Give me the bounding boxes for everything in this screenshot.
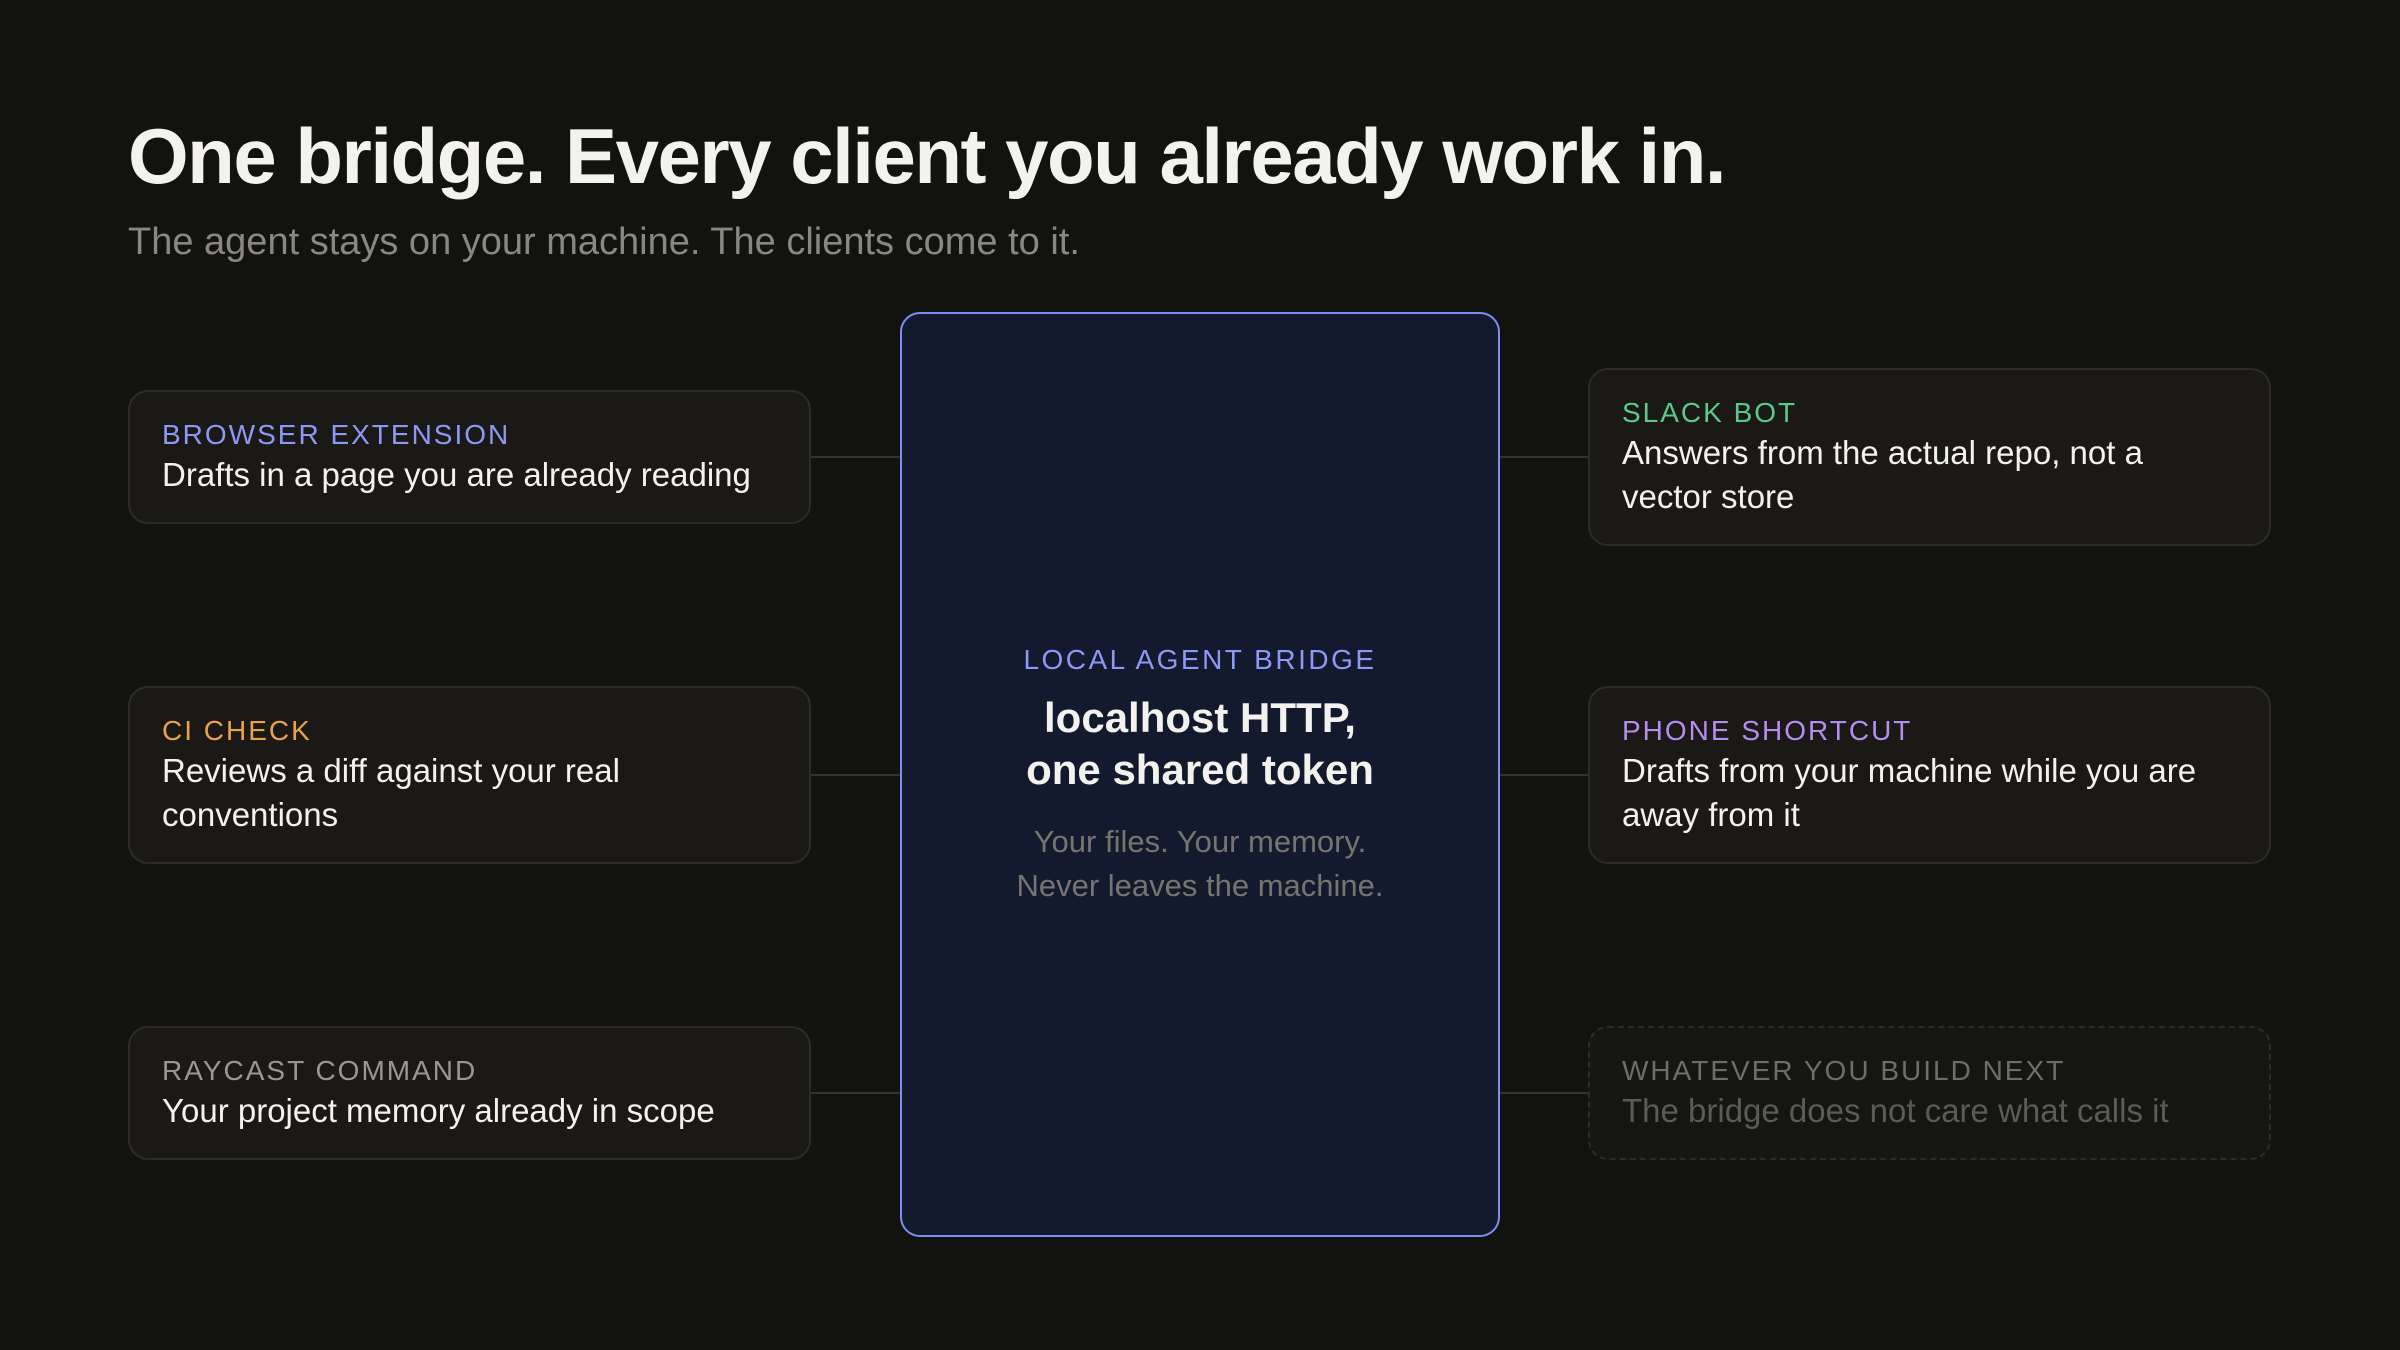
hub-note: Your files. Your memory. Never leaves th… (1016, 820, 1383, 908)
hub-title-line: localhost HTTP, (1044, 693, 1356, 741)
hub-note-line: Never leaves the machine. (1016, 867, 1384, 903)
client-description: Drafts from your machine while you are a… (1622, 752, 2197, 833)
client-card-raycast-command: RAYCAST COMMAND Your project memory alre… (128, 1026, 811, 1160)
client-description: Reviews a diff against your real convent… (162, 752, 620, 833)
client-label: SLACK BOT (1622, 397, 1798, 428)
client-card-browser-extension: BROWSER EXTENSION Drafts in a page you a… (128, 390, 811, 524)
client-description: Drafts in a page you are already reading (162, 456, 751, 493)
client-description: The bridge does not care what calls it (1622, 1092, 2169, 1129)
hub-note-line: Your files. Your memory. (1033, 823, 1367, 859)
client-card-phone-shortcut: PHONE SHORTCUT Drafts from your machine … (1588, 686, 2271, 864)
local-agent-bridge-hub: LOCAL AGENT BRIDGE localhost HTTP, one s… (900, 312, 1500, 1237)
hub-title: localhost HTTP, one shared token (1026, 692, 1374, 796)
client-label: WHATEVER YOU BUILD NEXT (1622, 1055, 2066, 1086)
client-label: CI CHECK (162, 715, 312, 746)
hub-title-line: one shared token (1026, 745, 1374, 793)
client-card-whatever-next: WHATEVER YOU BUILD NEXT The bridge does … (1588, 1026, 2271, 1160)
client-label: PHONE SHORTCUT (1622, 715, 1913, 746)
hub-label: LOCAL AGENT BRIDGE (1023, 643, 1377, 675)
client-description: Your project memory already in scope (162, 1092, 715, 1129)
client-card-ci-check: CI CHECK Reviews a diff against your rea… (128, 686, 811, 864)
client-description: Answers from the actual repo, not a vect… (1622, 434, 2143, 515)
client-card-slack-bot: SLACK BOT Answers from the actual repo, … (1588, 368, 2271, 546)
client-label: BROWSER EXTENSION (162, 419, 511, 450)
client-label: RAYCAST COMMAND (162, 1055, 478, 1086)
